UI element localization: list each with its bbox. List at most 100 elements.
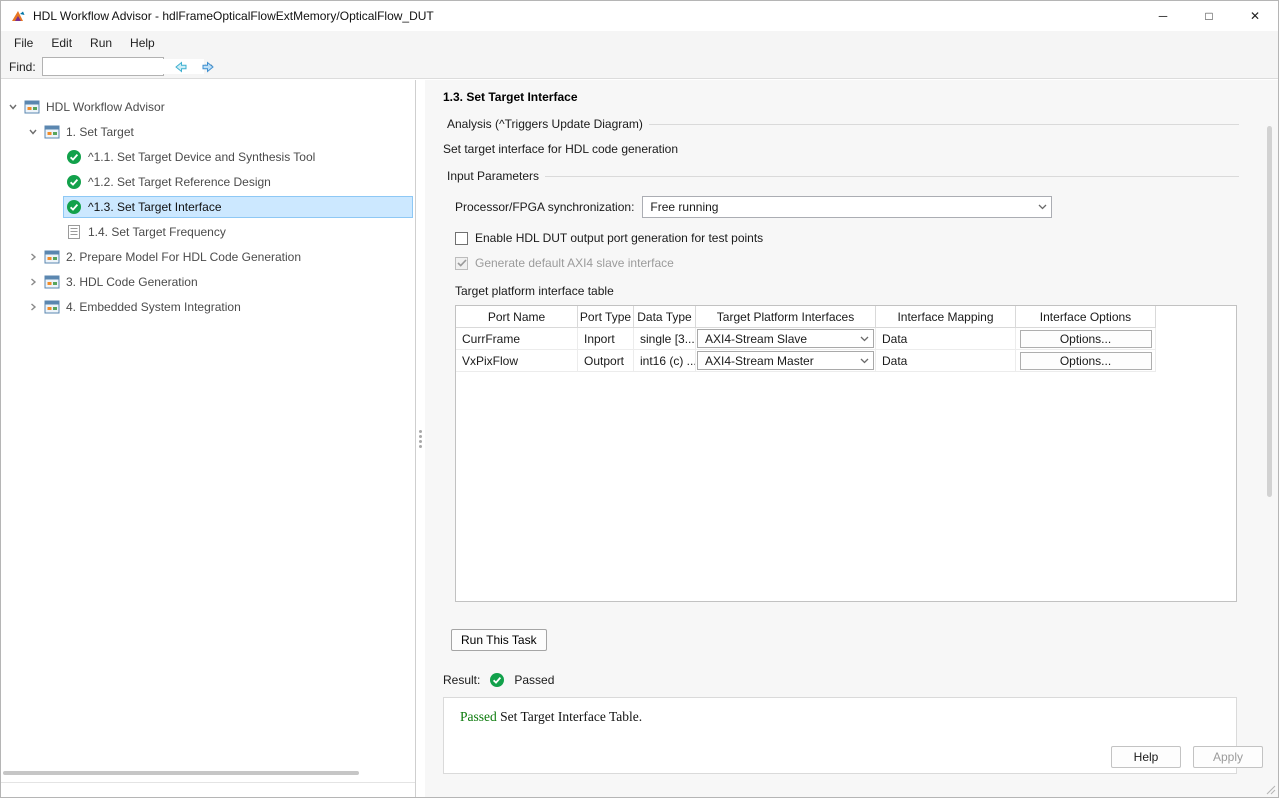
chevron-down-icon [860, 358, 869, 364]
cell-interface-options: Options... [1016, 328, 1156, 350]
testpoints-checkbox[interactable] [455, 232, 468, 245]
tree-item-label: HDL Workflow Advisor [46, 100, 165, 114]
cell-port-name: VxPixFlow [456, 350, 578, 372]
find-combobox[interactable] [42, 57, 164, 76]
sync-parameter-row: Processor/FPGA synchronization: Free run… [455, 196, 1239, 218]
analysis-group-header: Analysis (^Triggers Update Diagram) [447, 117, 1239, 131]
task-content-panel: 1.3. Set Target Interface Analysis (^Tri… [425, 80, 1278, 797]
input-parameters-label: Input Parameters [447, 169, 545, 183]
tree-item-2-prepare-model[interactable]: 2. Prepare Model For HDL Code Generation [1, 244, 415, 269]
tree-item-hdl-workflow-advisor[interactable]: HDL Workflow Advisor [1, 94, 415, 119]
chevron-down-icon[interactable] [5, 102, 21, 112]
find-label: Find: [9, 60, 36, 74]
axi4slave-checkbox-row: Generate default AXI4 slave interface [455, 256, 1239, 270]
cell-interface-mapping: Data [876, 350, 1016, 372]
passed-check-icon [489, 672, 505, 688]
cell-filler [1156, 350, 1236, 372]
result-message-status: Passed [460, 709, 497, 724]
find-toolbar: Find: [1, 55, 1278, 79]
tree-item-1-3-set-target-interface[interactable]: ^1.3. Set Target Interface [1, 194, 415, 219]
col-header-interface-options: Interface Options [1016, 306, 1156, 328]
cell-interface-options: Options... [1016, 350, 1156, 372]
cell-interface: AXI4-Stream Master [696, 350, 876, 372]
col-header-port-name: Port Name [456, 306, 578, 328]
interface-dropdown[interactable]: AXI4-Stream Slave [697, 329, 874, 348]
axi4slave-checkbox [455, 257, 468, 270]
menu-run[interactable]: Run [81, 33, 121, 53]
find-previous-button[interactable] [170, 57, 192, 77]
find-next-button[interactable] [198, 57, 220, 77]
maximize-button[interactable]: □ [1186, 1, 1232, 31]
minimize-button[interactable]: ─ [1140, 1, 1186, 31]
panel-splitter[interactable] [416, 80, 425, 797]
result-label: Result: [443, 673, 480, 687]
target-platform-interface-table: Port Name Port Type Data Type Target Pla… [455, 305, 1237, 602]
options-button[interactable]: Options... [1020, 352, 1152, 370]
passed-check-icon [66, 149, 82, 165]
tree-item-3-hdl-code-generation[interactable]: 3. HDL Code Generation [1, 269, 415, 294]
testpoints-checkbox-row: Enable HDL DUT output port generation fo… [455, 231, 1239, 245]
interface-dropdown-value: AXI4-Stream Master [705, 354, 814, 368]
tree-item-4-embedded-system-integration[interactable]: 4. Embedded System Integration [1, 294, 415, 319]
group-rule [649, 124, 1239, 125]
matlab-app-icon [10, 8, 26, 24]
tree-item-set-target[interactable]: 1. Set Target [1, 119, 415, 144]
table-row-vxpixflow: VxPixFlow Outport int16 (c) ... AXI4-Str… [456, 350, 1236, 372]
tree-item-label: ^1.1. Set Target Device and Synthesis To… [88, 150, 315, 164]
col-header-filler [1156, 306, 1236, 328]
forward-arrow-icon [200, 59, 217, 75]
tree-item-1-4-set-target-frequency[interactable]: 1.4. Set Target Frequency [1, 219, 415, 244]
menu-file[interactable]: File [5, 33, 42, 53]
col-header-data-type: Data Type [634, 306, 696, 328]
tree-scrollbar-thumb[interactable] [3, 771, 359, 775]
close-button[interactable]: ✕ [1232, 1, 1278, 31]
interface-dropdown-value: AXI4-Stream Slave [705, 332, 807, 346]
run-this-task-button[interactable]: Run This Task [451, 629, 547, 651]
menu-edit[interactable]: Edit [42, 33, 81, 53]
cell-port-type: Inport [578, 328, 634, 350]
chevron-down-icon [860, 336, 869, 342]
chevron-right-icon[interactable] [25, 252, 41, 262]
options-button[interactable]: Options... [1020, 330, 1152, 348]
passed-check-icon [66, 199, 82, 215]
interface-dropdown[interactable]: AXI4-Stream Master [697, 351, 874, 370]
tree-item-1-2-set-target-reference-design[interactable]: ^1.2. Set Target Reference Design [1, 169, 415, 194]
titlebar: HDL Workflow Advisor - hdlFrameOpticalFl… [1, 1, 1278, 31]
result-status: Passed [514, 673, 554, 687]
content-scrollbar-thumb[interactable] [1267, 126, 1272, 497]
task-folder-icon [44, 124, 60, 140]
tree-item-label: 1. Set Target [66, 125, 134, 139]
window-controls: ─ □ ✕ [1140, 1, 1278, 31]
tree-scroll-track [1, 782, 415, 783]
input-parameters-header: Input Parameters [447, 169, 1239, 183]
axi4slave-checkbox-label: Generate default AXI4 slave interface [475, 256, 674, 270]
task-list-icon [66, 224, 82, 240]
advisor-icon [24, 99, 40, 115]
tree-item-label: 3. HDL Code Generation [66, 275, 198, 289]
sync-dropdown[interactable]: Free running [642, 196, 1052, 218]
tree-horizontal-scrollbar[interactable] [3, 771, 413, 777]
help-button[interactable]: Help [1111, 746, 1181, 768]
task-folder-icon [44, 299, 60, 315]
table-header-row: Port Name Port Type Data Type Target Pla… [456, 306, 1236, 328]
chevron-down-icon[interactable] [25, 127, 41, 137]
tree-item-1-1-set-target-device[interactable]: ^1.1. Set Target Device and Synthesis To… [1, 144, 415, 169]
tree-item-label: 1.4. Set Target Frequency [88, 225, 226, 239]
content-vertical-scrollbar[interactable] [1265, 124, 1274, 787]
menubar: File Edit Run Help [1, 31, 1278, 55]
result-message-text: Set Target Interface Table. [497, 709, 642, 724]
chevron-right-icon[interactable] [25, 302, 41, 312]
chevron-right-icon[interactable] [25, 277, 41, 287]
window-title: HDL Workflow Advisor - hdlFrameOpticalFl… [33, 9, 1140, 23]
task-description: Set target interface for HDL code genera… [443, 142, 1239, 156]
col-header-target-platform-interfaces: Target Platform Interfaces [696, 306, 876, 328]
menu-help[interactable]: Help [121, 33, 164, 53]
cell-interface-mapping: Data [876, 328, 1016, 350]
chevron-down-icon [1038, 204, 1047, 210]
resize-grip[interactable] [1266, 785, 1276, 795]
cell-port-type: Outport [578, 350, 634, 372]
main-area: HDL Workflow Advisor 1. Set Target [1, 80, 1278, 797]
checkmark-icon [457, 259, 467, 267]
apply-button[interactable]: Apply [1193, 746, 1263, 768]
page-title: 1.3. Set Target Interface [443, 90, 1239, 104]
